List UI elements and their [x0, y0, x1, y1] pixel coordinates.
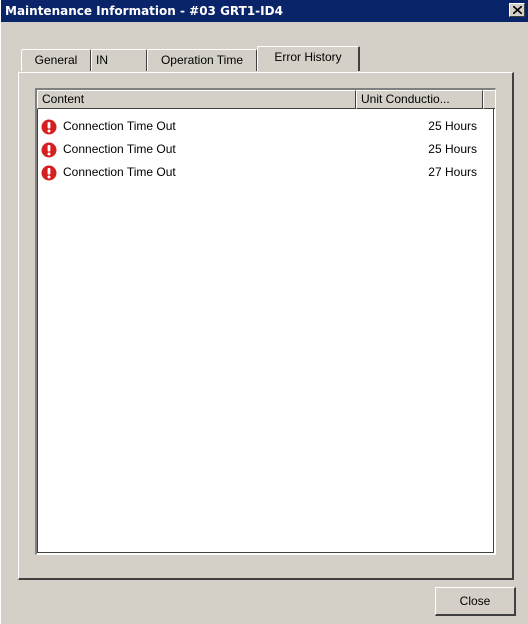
error-icon — [41, 142, 57, 158]
tab-label: Error History — [274, 50, 342, 64]
close-window-button[interactable] — [509, 3, 525, 17]
tab-error-history[interactable]: Error History — [257, 46, 360, 71]
column-header-filler — [483, 90, 495, 109]
window-title: Maintenance Information - #03 GRT1-ID4 — [5, 4, 283, 18]
row-content: Connection Time Out — [63, 119, 176, 133]
maintenance-dialog: Maintenance Information - #03 GRT1-ID4 G… — [0, 0, 528, 624]
tab-in[interactable]: IN — [91, 49, 147, 71]
table-row[interactable]: Connection Time Out 25 Hours — [37, 116, 477, 138]
title-bar[interactable]: Maintenance Information - #03 GRT1-ID4 — [1, 0, 528, 22]
row-hours: 25 Hours — [428, 119, 477, 133]
column-header-content[interactable]: Content — [37, 90, 356, 109]
column-header-label: Unit Conductio... — [361, 92, 450, 106]
tab-label: IN — [96, 53, 108, 67]
tab-operation-time[interactable]: Operation Time — [147, 49, 257, 71]
row-content: Connection Time Out — [63, 165, 176, 179]
error-history-list[interactable]: Content Unit Conductio... Connection Tim… — [35, 88, 496, 555]
error-icon — [41, 119, 57, 135]
column-header-unit-conduction[interactable]: Unit Conductio... — [356, 90, 483, 109]
row-hours: 27 Hours — [428, 165, 477, 179]
row-content: Connection Time Out — [63, 142, 176, 156]
tab-general[interactable]: General — [21, 49, 91, 71]
row-hours: 25 Hours — [428, 142, 477, 156]
error-icon — [41, 165, 57, 181]
close-button[interactable]: Close — [435, 587, 516, 616]
close-icon — [513, 6, 522, 14]
tab-label: General — [34, 53, 78, 67]
table-row[interactable]: Connection Time Out 27 Hours — [37, 162, 477, 184]
table-row[interactable]: Connection Time Out 25 Hours — [37, 139, 477, 161]
close-button-label: Close — [459, 594, 491, 608]
column-header-label: Content — [42, 92, 85, 106]
tab-label: Operation Time — [160, 53, 244, 67]
